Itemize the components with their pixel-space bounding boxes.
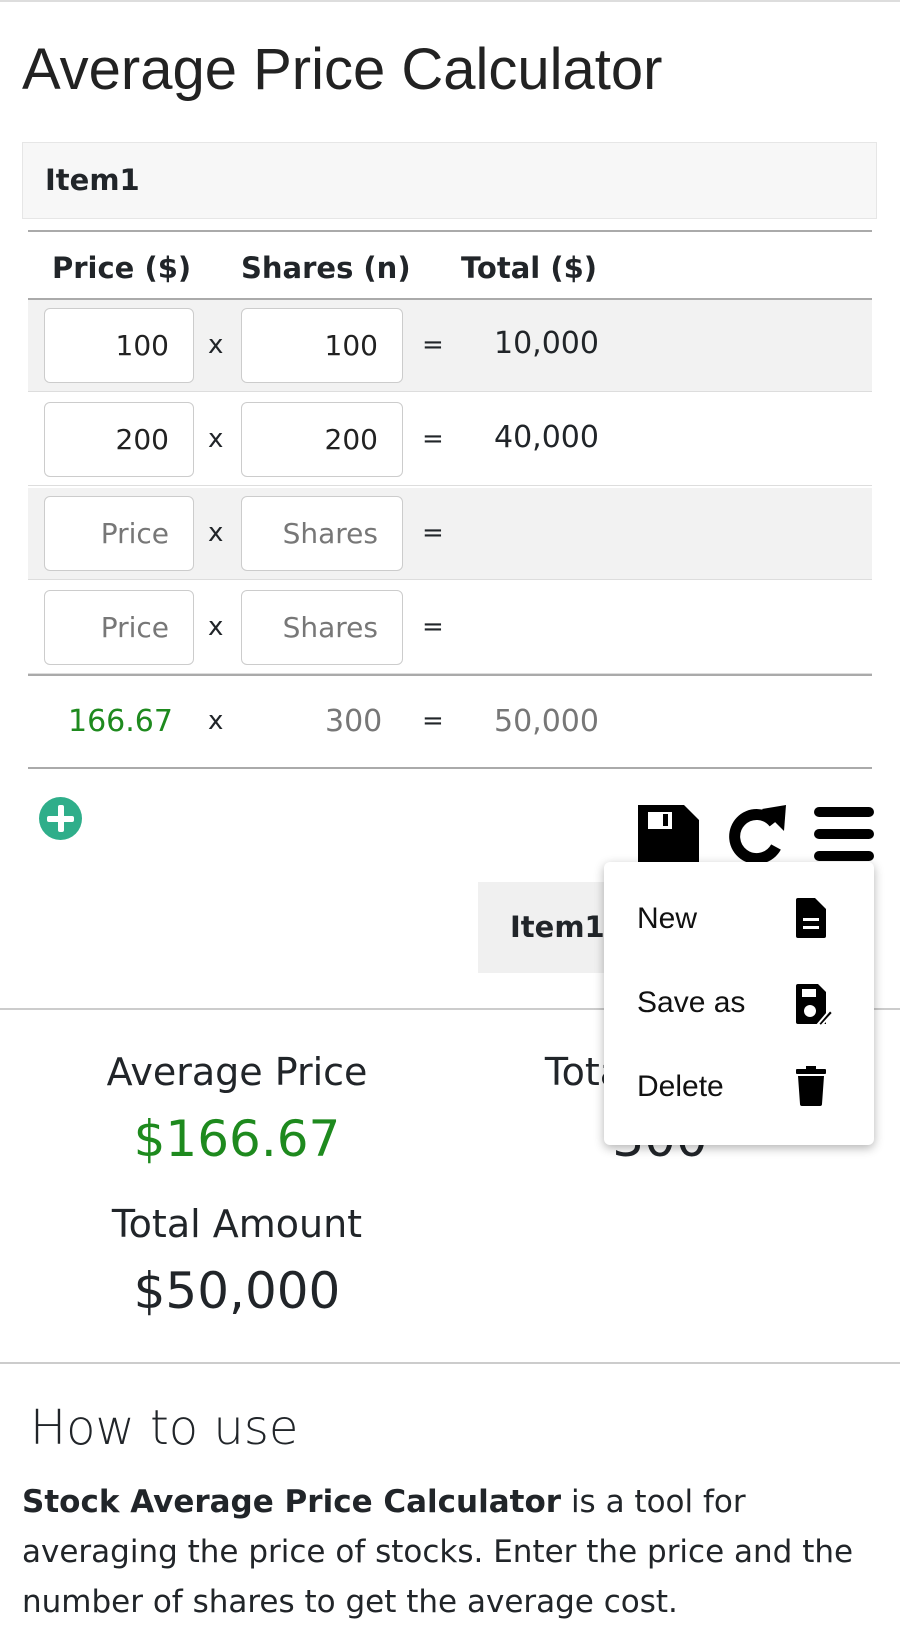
- row-total: 40,000: [494, 420, 599, 455]
- add-row-button[interactable]: [39, 797, 82, 840]
- total-amount-label: Total Amount: [111, 1202, 363, 1246]
- shares-input[interactable]: [241, 590, 403, 665]
- times-sign: x: [208, 330, 224, 360]
- menu-item-label: Delete: [637, 1070, 724, 1103]
- price-input[interactable]: [44, 590, 194, 665]
- divider: [0, 1362, 900, 1364]
- table-row: x = 10,000: [28, 300, 872, 392]
- shares-input[interactable]: [241, 308, 403, 383]
- menu-icon[interactable]: [814, 807, 874, 861]
- price-input[interactable]: [44, 496, 194, 571]
- table-row: x =: [28, 488, 872, 580]
- page-title: Average Price Calculator: [22, 37, 663, 102]
- average-price-value: $166.67: [133, 1110, 341, 1168]
- times-sign: x: [208, 706, 224, 736]
- how-to-use-heading: How to use: [30, 1400, 299, 1456]
- times-sign: x: [208, 424, 224, 454]
- shares-input[interactable]: [241, 402, 403, 477]
- price-input[interactable]: [44, 402, 194, 477]
- table-row: x = 40,000: [28, 394, 872, 486]
- summary-row: 166.67 x 300 = 50,000: [28, 676, 872, 768]
- dropdown-menu: New Save as Delete: [604, 862, 874, 1145]
- menu-item-label: New: [637, 902, 698, 935]
- trash-icon: [796, 1066, 826, 1106]
- row-total: 10,000: [494, 326, 599, 361]
- menu-item-label: Save as: [637, 986, 746, 1019]
- total-amount-value: $50,000: [133, 1262, 341, 1320]
- times-sign: x: [208, 518, 224, 548]
- table-row: x =: [28, 582, 872, 674]
- header-shares: Shares (n): [241, 251, 411, 285]
- times-sign: x: [208, 612, 224, 642]
- header-price: Price ($): [52, 251, 192, 285]
- equals-sign: =: [422, 424, 444, 454]
- summary-total: 50,000: [494, 704, 599, 739]
- save-edit-icon: [796, 984, 832, 1026]
- shares-input[interactable]: [241, 496, 403, 571]
- price-input[interactable]: [44, 308, 194, 383]
- divider: [28, 230, 872, 232]
- summary-shares: 300: [325, 704, 383, 739]
- file-icon: [796, 898, 826, 938]
- card-header: Item1: [22, 142, 877, 219]
- refresh-icon[interactable]: [726, 805, 788, 865]
- equals-sign: =: [422, 706, 444, 736]
- how-to-use-text: Stock Average Price Calculator is a tool…: [22, 1477, 882, 1627]
- save-icon[interactable]: [638, 805, 699, 865]
- divider: [28, 767, 872, 769]
- bold-term: Stock Average Price Calculator: [22, 1484, 562, 1520]
- equals-sign: =: [422, 330, 444, 360]
- equals-sign: =: [422, 518, 444, 548]
- equals-sign: =: [422, 612, 444, 642]
- header-total: Total ($): [461, 251, 598, 285]
- average-price-label: Average Price: [106, 1050, 368, 1094]
- summary-price: 166.67: [68, 704, 173, 739]
